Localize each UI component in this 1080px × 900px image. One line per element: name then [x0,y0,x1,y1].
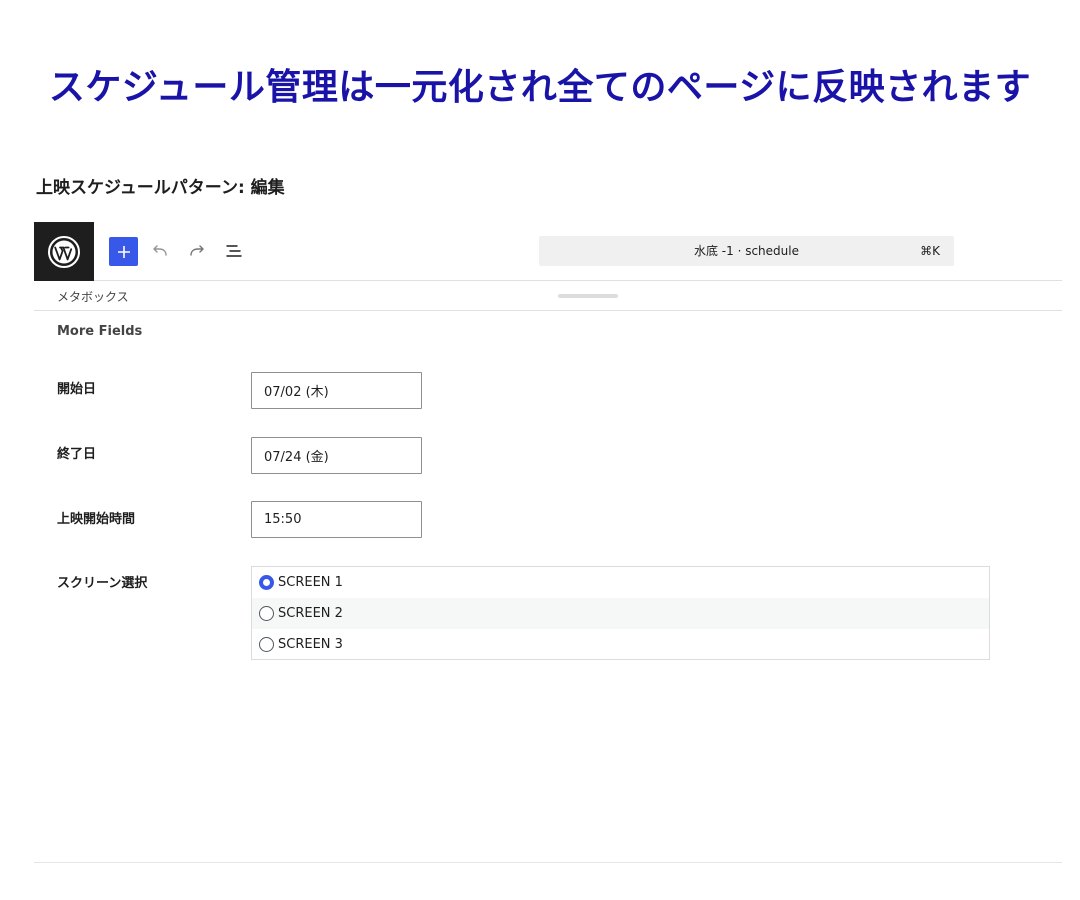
start-date-input[interactable] [251,372,422,409]
section-title: More Fields [57,324,143,339]
screen-select-label: スクリーン選択 [57,576,148,591]
metabox-panel-header: メタボックス [34,281,1062,311]
divider [34,862,1062,863]
redo-button[interactable] [185,239,209,263]
command-palette-title: 水底 -1 · schedule [693,244,799,258]
promo-headline: スケジュール管理は一元化され全てのページに反映されます [48,67,1032,108]
undo-button[interactable] [148,239,172,263]
metabox-resize-handle[interactable] [558,294,618,298]
screen-radio-group: SCREEN 1 SCREEN 2 SCREEN 3 [251,566,990,660]
undo-icon [153,245,167,256]
end-date-input[interactable] [251,437,422,474]
start-date-label: 開始日 [57,382,97,397]
start-time-input[interactable] [251,501,422,538]
editor-toolbar: 水底 -1 · schedule ⌘K [34,222,1062,281]
screen-option-label: SCREEN 1 [278,575,343,590]
start-time-label: 上映開始時間 [57,512,136,527]
plus-icon [117,245,130,258]
document-outline-button[interactable] [222,239,246,263]
screen-option-1[interactable]: SCREEN 1 [252,567,989,598]
screen-option-label: SCREEN 3 [278,637,343,652]
screen-option-label: SCREEN 2 [278,606,343,621]
radio-unchecked-icon[interactable] [259,637,274,652]
screen-option-3[interactable]: SCREEN 3 [252,629,989,660]
keyboard-shortcut: ⌘K [920,244,940,258]
radio-checked-icon[interactable] [259,575,274,590]
document-outline-icon [226,245,242,257]
radio-unchecked-icon[interactable] [259,606,274,621]
command-palette-button[interactable]: 水底 -1 · schedule ⌘K [539,236,954,266]
redo-icon [190,245,204,256]
metabox-label: メタボックス [57,290,129,304]
screen-option-2[interactable]: SCREEN 2 [252,598,989,629]
page-title: 上映スケジュールパターン: 編集 [36,178,285,198]
wordpress-logo-icon[interactable] [34,222,94,281]
end-date-label: 終了日 [57,447,97,462]
add-block-button[interactable] [109,237,138,266]
